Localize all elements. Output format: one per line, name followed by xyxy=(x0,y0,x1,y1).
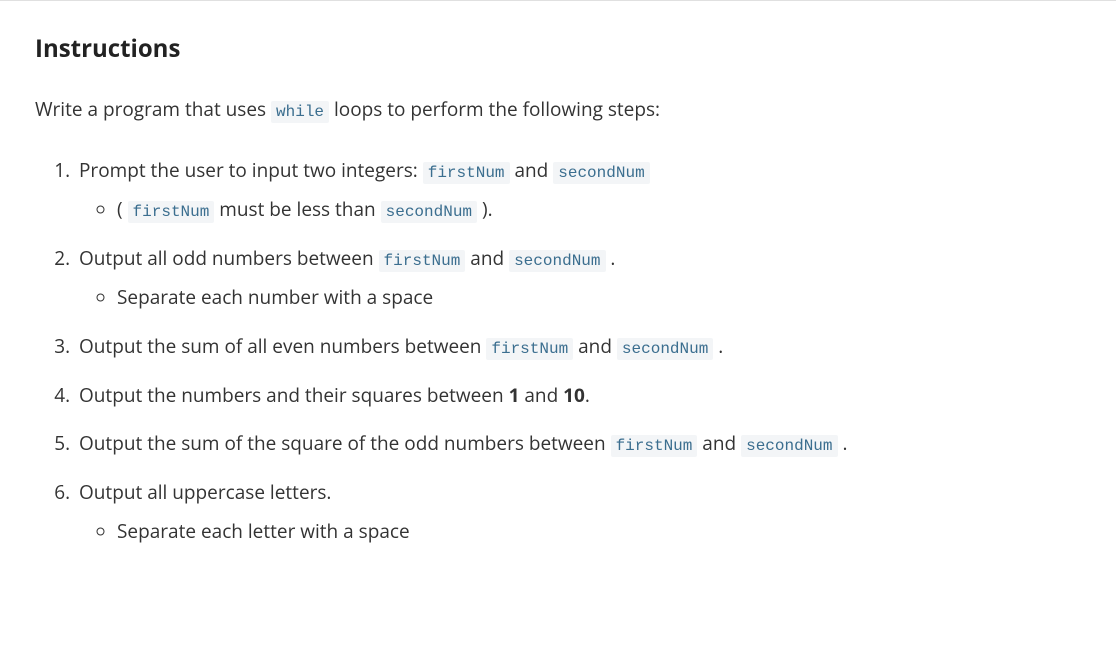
step-1-sub-code-firstnum: firstNum xyxy=(128,201,215,223)
step-1-sub-open: ( xyxy=(117,196,128,222)
step-1-sub-code-secondnum: secondNum xyxy=(381,201,477,223)
step-6-sublist: Separate each letter with a space xyxy=(79,517,1081,546)
step-3-text-and: and xyxy=(573,333,617,359)
step-1-text-and: and xyxy=(510,157,554,183)
step-2-text-period: . xyxy=(606,245,616,271)
step-2-code-secondnum: secondNum xyxy=(509,250,605,272)
step-5-text-period: . xyxy=(838,430,848,456)
step-5-code-firstnum: firstNum xyxy=(611,435,698,457)
step-2-text: Output all odd numbers between xyxy=(79,245,379,271)
step-1: Prompt the user to input two integers: f… xyxy=(75,156,1081,224)
step-3-text: Output the sum of all even numbers betwe… xyxy=(79,333,486,359)
step-1-code-firstnum: firstNum xyxy=(423,162,510,184)
step-4-text-period: . xyxy=(585,382,590,408)
instructions-list: Prompt the user to input two integers: f… xyxy=(35,156,1081,545)
step-3: Output the sum of all even numbers betwe… xyxy=(75,332,1081,361)
page-title: Instructions xyxy=(35,31,1081,67)
intro-paragraph: Write a program that uses while loops to… xyxy=(35,95,1081,124)
step-4-bold-10: 10 xyxy=(563,382,585,408)
step-1-code-secondnum: secondNum xyxy=(553,162,649,184)
step-4-text-and: and xyxy=(519,382,563,408)
step-3-text-period: . xyxy=(713,333,723,359)
step-4-text-a: Output the numbers and their squares bet… xyxy=(79,382,509,408)
step-4: Output the numbers and their squares bet… xyxy=(75,381,1081,410)
intro-text-suffix: loops to perform the following steps: xyxy=(329,96,660,122)
step-5-text: Output the sum of the square of the odd … xyxy=(79,430,611,456)
step-5: Output the sum of the square of the odd … xyxy=(75,429,1081,458)
step-5-text-and: and xyxy=(697,430,741,456)
step-2-text-and: and xyxy=(465,245,509,271)
step-1-sub-close: ). xyxy=(477,196,493,222)
step-2-sub-item: Separate each number with a space xyxy=(117,283,1081,312)
intro-code-while: while xyxy=(271,101,329,123)
step-6: Output all uppercase letters. Separate e… xyxy=(75,478,1081,545)
step-5-code-secondnum: secondNum xyxy=(741,435,837,457)
step-6-sub-item: Separate each letter with a space xyxy=(117,517,1081,546)
step-1-sub-mid: must be less than xyxy=(214,196,380,222)
step-2-sublist: Separate each number with a space xyxy=(79,283,1081,312)
intro-text-prefix: Write a program that uses xyxy=(35,96,271,122)
step-4-bold-1: 1 xyxy=(509,382,520,408)
step-1-text: Prompt the user to input two integers: xyxy=(79,157,423,183)
step-1-sub-item: ( firstNum must be less than secondNum )… xyxy=(117,195,1081,224)
step-2-code-firstnum: firstNum xyxy=(379,250,466,272)
step-3-code-secondnum: secondNum xyxy=(617,338,713,360)
step-6-text: Output all uppercase letters. xyxy=(79,479,331,505)
step-2: Output all odd numbers between firstNum … xyxy=(75,244,1081,312)
step-1-sublist: ( firstNum must be less than secondNum )… xyxy=(79,195,1081,224)
step-3-code-firstnum: firstNum xyxy=(486,338,573,360)
